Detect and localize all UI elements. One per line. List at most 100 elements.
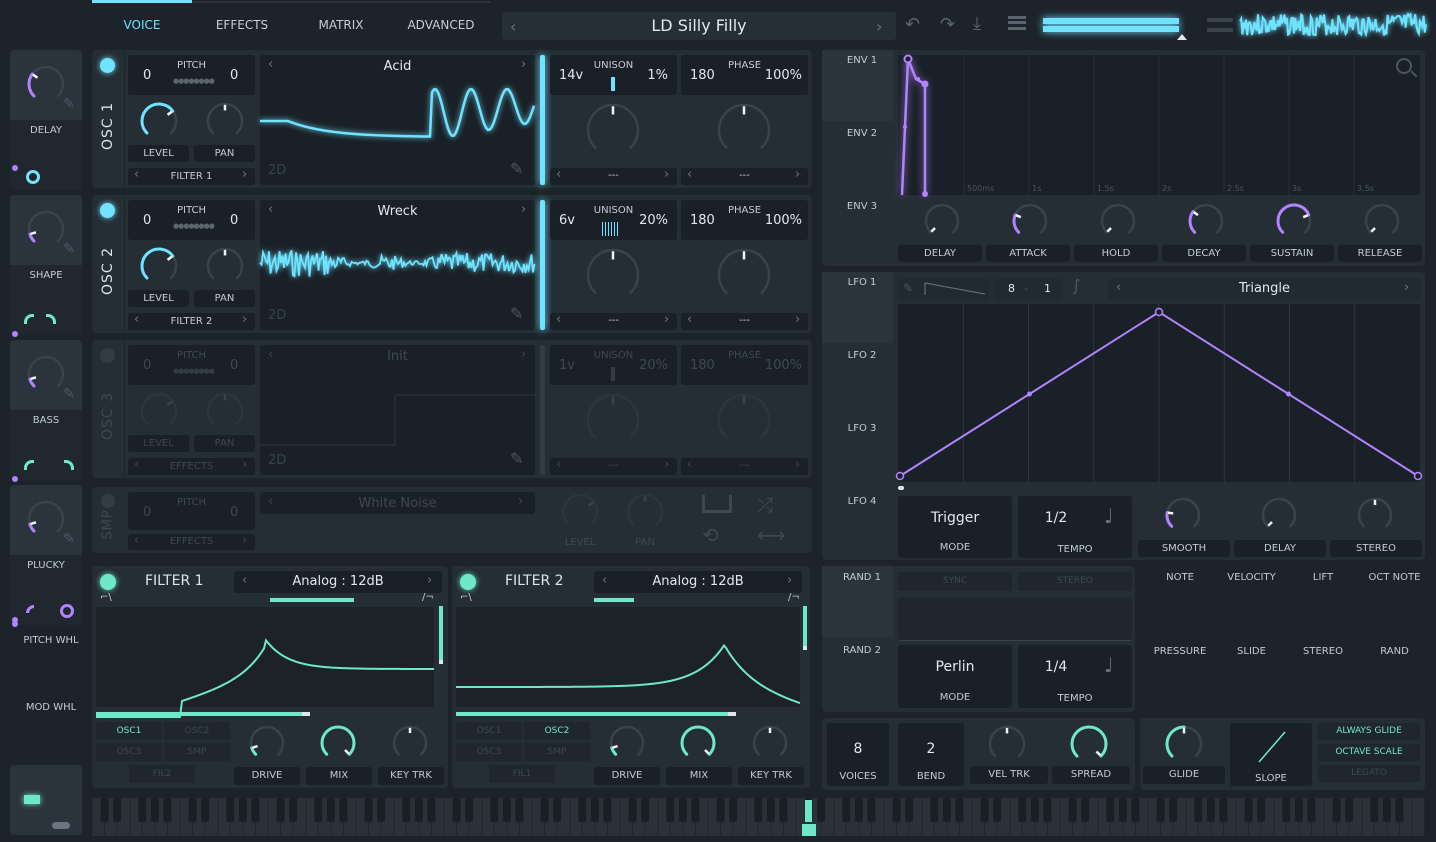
macro-label[interactable]: DELAY	[10, 125, 82, 136]
filter-input-osc2[interactable]: OSC2	[164, 722, 230, 740]
chevron-right-icon[interactable]: ›	[664, 457, 669, 472]
filter-model-selector[interactable]: ‹ Analog : 12dB ›	[594, 571, 802, 593]
chevron-right-icon[interactable]: ›	[521, 202, 526, 217]
tab-rand-1[interactable]: RAND 1	[832, 572, 892, 583]
osc-pitch[interactable]: 0 PITCH ●●●●●●●● 0	[128, 200, 255, 240]
filter-input-osc3[interactable]: OSC3	[96, 743, 162, 761]
lfo-grid-size[interactable]: 8 - 1	[994, 278, 1062, 300]
piano-keyboard[interactable]	[91, 798, 1426, 836]
filter-enable-toggle[interactable]	[100, 574, 116, 590]
tab-effects[interactable]: EFFECTS	[192, 18, 292, 32]
phase-random[interactable]: 100%	[765, 68, 802, 83]
filter-cutoff-slider[interactable]	[456, 712, 736, 716]
unison-box[interactable]: 14v UNISON 1%	[550, 55, 677, 95]
wavetable-dimension-toggle[interactable]: 2D	[268, 163, 286, 178]
macro-label[interactable]: PLUCKY	[10, 560, 82, 571]
osc-destination-selector[interactable]: ‹ EFFECTS ›	[128, 457, 255, 475]
volume-meter[interactable]	[1043, 16, 1187, 40]
chevron-right-icon[interactable]: ›	[518, 494, 523, 509]
random-stereo-button[interactable]: STEREO	[1018, 572, 1132, 591]
tab-matrix[interactable]: MATRIX	[292, 18, 390, 32]
phase-box[interactable]: 180 PHASE 100%	[681, 55, 808, 95]
spectral-morph-selector[interactable]: ‹ --- ›	[681, 457, 808, 475]
osc-destination-selector[interactable]: ‹ FILTER 1 ›	[128, 167, 255, 185]
filter-input-smp[interactable]: SMP	[164, 743, 230, 761]
phase-random[interactable]: 100%	[765, 213, 802, 228]
filter-blend-slider[interactable]	[270, 598, 354, 602]
redo-icon[interactable]: ↷	[940, 14, 955, 35]
tab-lfo-3[interactable]: LFO 3	[832, 423, 892, 434]
filter-model-selector[interactable]: ‹ Analog : 12dB ›	[234, 571, 442, 593]
wavetable-dimension-toggle[interactable]: 2D	[268, 308, 286, 323]
wave-frame-slider[interactable]	[540, 200, 545, 330]
filter-blend-slider[interactable]	[594, 598, 634, 602]
preset-selector[interactable]: ‹ LD Silly Filly ›	[502, 12, 896, 40]
volume-handle-icon[interactable]	[1177, 34, 1187, 40]
macro-mod-source-dot[interactable]	[12, 331, 18, 337]
tab-lfo-1[interactable]: LFO 1	[832, 277, 892, 288]
wavetable-display[interactable]: ‹ Init › 2D ✎	[260, 345, 535, 475]
modulation-ring-icon[interactable]	[26, 170, 40, 184]
lfo-shape-selector[interactable]: ‹ Triangle ›	[1108, 278, 1421, 300]
oscilloscope-mode-icon[interactable]	[1207, 18, 1233, 32]
sample-source-selector[interactable]: ‹ White Noise ›	[260, 492, 535, 514]
mod-source-rand[interactable]: RAND	[1360, 646, 1430, 657]
osc-pitch[interactable]: 0 PITCH ●●●●●●●● 0	[128, 55, 255, 95]
chevron-right-icon[interactable]: ›	[795, 312, 800, 327]
mod-source-slide[interactable]: SLIDE	[1217, 646, 1287, 657]
random-tempo[interactable]: 1/4 ♩ TEMPO	[1018, 645, 1132, 708]
unison-detune[interactable]: 20%	[639, 213, 668, 228]
filter-input-smp[interactable]: SMP	[524, 743, 590, 761]
chevron-right-icon[interactable]: ›	[876, 17, 882, 36]
tab-advanced[interactable]: ADVANCED	[390, 18, 492, 32]
smooth-curve-icon[interactable]: ∫	[1072, 276, 1080, 295]
sample-pitch-fine[interactable]: 0	[230, 505, 238, 520]
mod-source-note[interactable]: NOTE	[1145, 572, 1215, 583]
chevron-right-icon[interactable]: ›	[242, 533, 247, 548]
tab-env-3[interactable]: ENV 3	[832, 201, 892, 212]
pitch-wheel-mod-ring-icon[interactable]	[60, 604, 74, 618]
lfo-tempo[interactable]: 1/2 ♩ TEMPO	[1018, 496, 1132, 558]
slope-control[interactable]: SLOPE	[1230, 723, 1312, 786]
pitch-wheel-mod-dot[interactable]	[12, 617, 18, 623]
unison-stack-selector[interactable]: ‹ --- ›	[550, 457, 677, 475]
filter-input-osc3[interactable]: OSC3	[456, 743, 522, 761]
tab-rand-2[interactable]: RAND 2	[832, 645, 892, 656]
envelope-graph[interactable]: 500ms 1s 1.5s 2s 2.5s 3s 3.5s	[898, 54, 1420, 197]
chevron-right-icon[interactable]: ›	[795, 457, 800, 472]
sample-pitch[interactable]: 0 PITCH 0	[128, 492, 255, 530]
phase-random[interactable]: 100%	[765, 358, 802, 373]
legato-button[interactable]: LEGATO	[1318, 765, 1420, 782]
lfo-paint-pattern[interactable]: ✎	[898, 278, 990, 300]
filter-enable-toggle[interactable]	[460, 574, 476, 590]
chevron-right-icon[interactable]: ›	[787, 573, 792, 588]
bounce-icon[interactable]: ⟷	[757, 523, 786, 547]
bend-field[interactable]: 2 BEND	[898, 723, 964, 786]
unison-detune[interactable]: 1%	[647, 68, 668, 83]
chevron-right-icon[interactable]: ›	[1404, 280, 1409, 295]
macro-label[interactable]: BASS	[10, 415, 82, 426]
pitch-tune[interactable]: 0	[230, 358, 238, 373]
lfo-mode-selector[interactable]: Trigger MODE	[898, 496, 1012, 558]
filter-input-osc2[interactable]: OSC2	[524, 722, 590, 740]
sample-destination[interactable]: ‹ EFFECTS ›	[128, 533, 255, 550]
pitch-tune[interactable]: 0	[230, 213, 238, 228]
octave-scale-button[interactable]: OCTAVE SCALE	[1318, 744, 1420, 761]
wavetable-dimension-toggle[interactable]: 2D	[268, 453, 286, 468]
macro-mod-source-dot[interactable]	[12, 476, 18, 482]
unison-stack-selector[interactable]: ‹ --- ›	[550, 312, 677, 330]
filter-response-graph[interactable]	[96, 607, 435, 718]
filter-chain-button[interactable]: FIL2	[129, 765, 195, 783]
edit-pencil-icon[interactable]: ✎	[63, 386, 75, 402]
menu-icon[interactable]	[1008, 16, 1026, 30]
random-mode-selector[interactable]: Perlin MODE	[898, 645, 1012, 708]
edit-pencil-icon[interactable]: ✎	[63, 531, 75, 547]
random-phase-icon[interactable]: ⤮	[757, 493, 773, 517]
save-icon[interactable]: ⤓	[973, 13, 981, 34]
edit-pencil-icon[interactable]: ✎	[510, 449, 523, 468]
spectral-morph-selector[interactable]: ‹ --- ›	[681, 312, 808, 330]
pitch-wheel[interactable]	[10, 765, 82, 835]
mod-source-lift[interactable]: LIFT	[1288, 572, 1358, 583]
chevron-right-icon[interactable]: ›	[242, 312, 247, 327]
random-sync-button[interactable]: SYNC	[898, 572, 1012, 591]
